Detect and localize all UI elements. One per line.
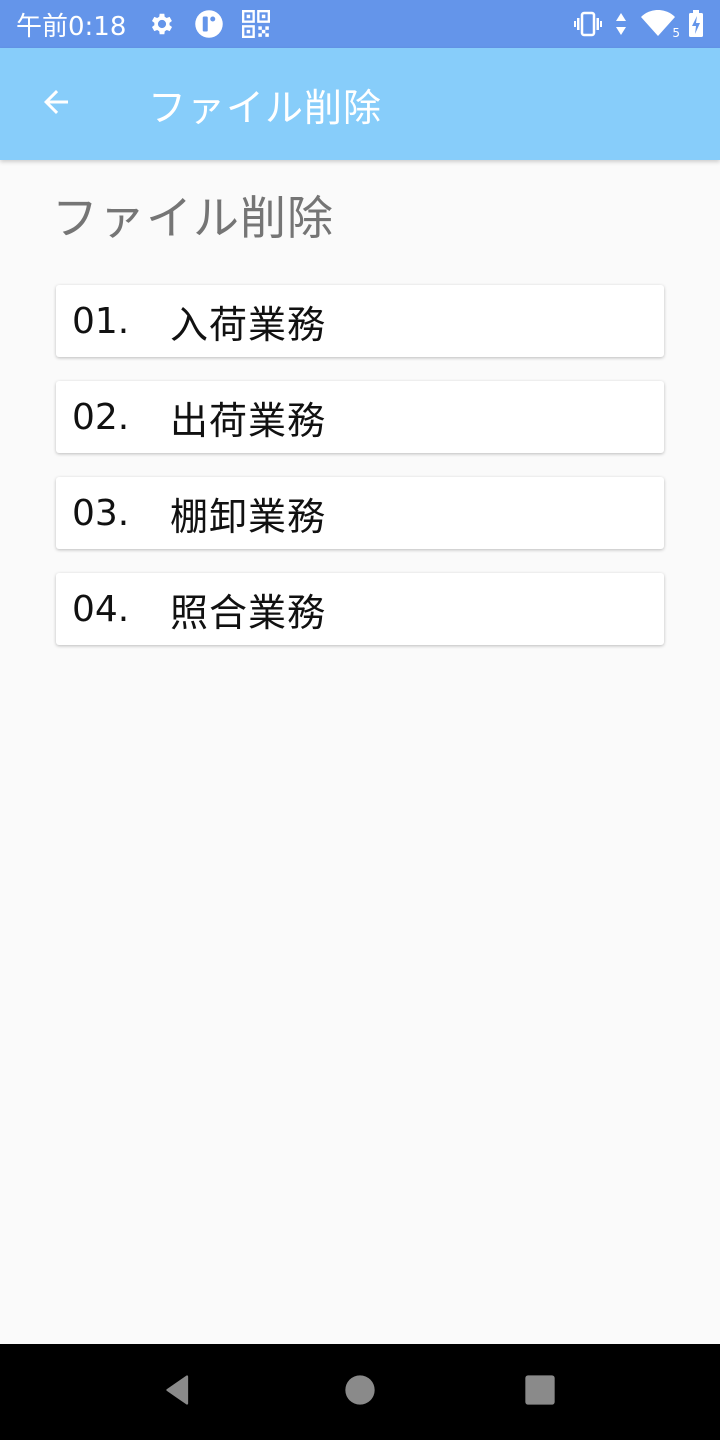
menu-item-number: 01. — [72, 300, 130, 342]
menu-item-shipping[interactable]: 02. 出荷業務 — [56, 381, 664, 453]
page-title: ファイル削除 — [52, 191, 334, 245]
back-triangle-icon — [160, 1372, 196, 1412]
status-time: 午前0:18 — [16, 11, 127, 42]
status-left-icons — [148, 9, 271, 39]
settings-icon — [148, 10, 176, 38]
battery-charging-icon — [688, 10, 704, 38]
menu-list: 01. 入荷業務 02. 出荷業務 03. 棚卸業務 04. 照合業務 — [56, 285, 664, 669]
home-circle-icon — [344, 1374, 376, 1410]
menu-item-label: 照合業務 — [170, 590, 327, 635]
qr-code-icon — [242, 10, 271, 38]
menu-item-inventory[interactable]: 03. 棚卸業務 — [56, 477, 664, 549]
arrow-left-icon — [38, 84, 74, 124]
recents-square-icon — [524, 1374, 556, 1410]
app-bar: ファイル削除 — [0, 48, 720, 160]
wifi-icon: 5 — [640, 10, 680, 40]
wifi-badge: 5 — [672, 26, 680, 40]
menu-item-label: 棚卸業務 — [170, 494, 327, 539]
status-bar: 午前0:18 5 — [0, 0, 720, 48]
nav-recents-button[interactable] — [492, 1344, 588, 1440]
menu-item-number: 02. — [72, 396, 130, 438]
app-bar-title: ファイル削除 — [148, 85, 383, 130]
nav-home-button[interactable] — [312, 1344, 408, 1440]
nav-back-button[interactable] — [130, 1344, 226, 1440]
system-nav-bar — [0, 1344, 720, 1440]
status-right-icons: 5 — [574, 10, 704, 40]
vibrate-icon — [574, 11, 602, 37]
menu-item-verification[interactable]: 04. 照合業務 — [56, 573, 664, 645]
menu-item-label: 出荷業務 — [170, 398, 327, 443]
menu-item-receiving[interactable]: 01. 入荷業務 — [56, 285, 664, 357]
data-arrows-icon — [614, 11, 628, 37]
app-notification-icon — [194, 9, 224, 39]
menu-item-label: 入荷業務 — [170, 302, 327, 347]
menu-item-number: 03. — [72, 492, 130, 534]
back-button[interactable] — [0, 48, 112, 160]
menu-item-number: 04. — [72, 588, 130, 630]
